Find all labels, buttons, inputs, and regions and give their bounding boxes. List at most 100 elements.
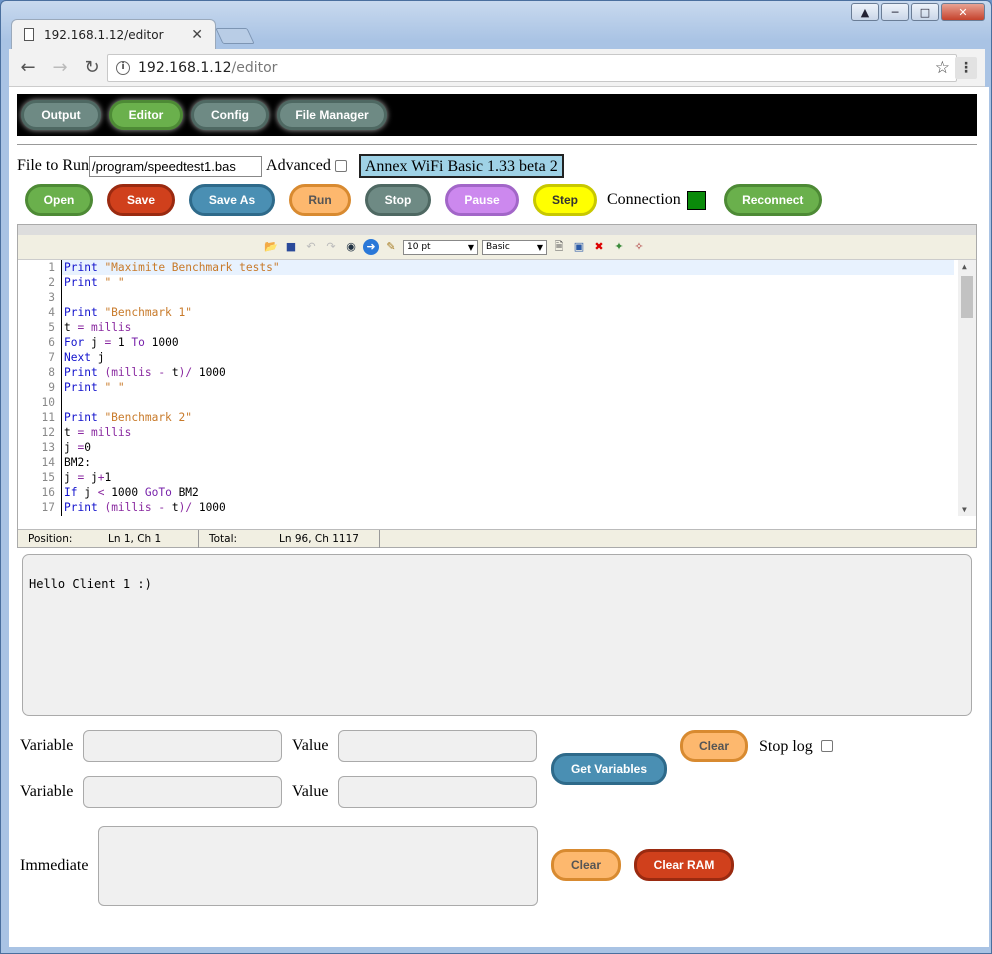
delete-icon[interactable]: ✖	[591, 239, 607, 255]
stop-log-label: Stop log	[759, 738, 813, 755]
code-line[interactable]	[62, 290, 954, 305]
editor-toolbar: 📂 ■ ↶ ↷ ◉ ➜ ✎ 10 pt Basic 🗎 ▣ ✖ ✦ ✧	[18, 235, 976, 260]
scroll-down-icon[interactable]: ▼	[962, 505, 967, 514]
open-button[interactable]: Open	[25, 184, 93, 216]
file-to-run-input[interactable]	[89, 155, 263, 177]
code-line[interactable]: If j < 1000 GoTo BM2	[62, 485, 954, 500]
divider	[17, 144, 977, 145]
stop-button[interactable]: Stop	[365, 184, 431, 216]
clear-immediate-button[interactable]: Clear	[551, 849, 621, 881]
code-line[interactable]: Print " "	[62, 380, 954, 395]
undo-icon[interactable]: ↶	[303, 239, 319, 255]
reconnect-button[interactable]: Reconnect	[723, 184, 822, 216]
info-icon[interactable]: i	[116, 61, 130, 75]
reload-icon[interactable]: ↻	[79, 57, 105, 78]
line-number: 5	[48, 321, 55, 334]
browser-window: ▲ ─ □ ✕ 192.168.1.12/editor ✕ ← → ↻ i 19…	[0, 0, 992, 954]
immediate-label: Immediate	[20, 857, 89, 874]
code-line[interactable]	[62, 395, 954, 410]
bookmark-star-icon[interactable]: ☆	[935, 58, 950, 78]
new-document-icon[interactable]: 🗎	[551, 239, 567, 255]
code-line[interactable]: BM2:	[62, 455, 954, 470]
redo-icon[interactable]: ↷	[323, 239, 339, 255]
user-icon[interactable]: ▲	[851, 3, 879, 21]
line-number: 4	[48, 306, 55, 319]
font-size-select[interactable]: 10 pt	[403, 239, 478, 255]
line-number: 10	[41, 396, 55, 409]
variable-label-2: Variable	[20, 783, 74, 800]
address-bar[interactable]: i 192.168.1.12/editor ☆	[107, 54, 957, 82]
line-number: 1	[48, 261, 55, 274]
total-value: Ln 96, Ch 1117	[279, 532, 359, 545]
code-line[interactable]: j = j+1	[62, 470, 954, 485]
tab-config[interactable]: Config	[191, 100, 269, 130]
code-line[interactable]: j =0	[62, 440, 954, 455]
close-window-icon[interactable]: ✕	[941, 3, 985, 21]
scroll-thumb[interactable]	[961, 276, 973, 318]
line-number: 3	[48, 291, 55, 304]
remove-breakpoint-icon[interactable]: ✧	[631, 239, 647, 255]
forward-icon[interactable]: →	[47, 57, 73, 78]
code-line[interactable]: Print "Maximite Benchmark tests"	[62, 260, 954, 275]
scroll-up-icon[interactable]: ▲	[962, 262, 967, 271]
tab-editor[interactable]: Editor	[109, 100, 183, 130]
clear-ram-button[interactable]: Clear RAM	[634, 849, 734, 881]
save-as-button[interactable]: Save As	[189, 184, 275, 216]
browser-tab[interactable]: 192.168.1.12/editor ✕	[11, 19, 216, 49]
minimize-icon[interactable]: ─	[881, 3, 909, 21]
code-line[interactable]: Print "Benchmark 1"	[62, 305, 954, 320]
output-console[interactable]: Hello Client 1 :)	[22, 554, 972, 716]
advanced-checkbox[interactable]	[334, 160, 347, 172]
save-disk-icon[interactable]: ■	[283, 239, 299, 255]
line-number: 2	[48, 276, 55, 289]
new-tab-button[interactable]	[215, 28, 255, 44]
search-binoculars-icon[interactable]: ◉	[343, 239, 359, 255]
window-controls: ▲ ─ □ ✕	[851, 3, 985, 21]
back-icon[interactable]: ←	[15, 57, 41, 78]
version-badge: Annex WiFi Basic 1.33 beta 2	[358, 154, 564, 178]
step-button[interactable]: Step	[533, 184, 597, 216]
clear-vars-button[interactable]: Clear	[680, 730, 748, 762]
open-folder-icon[interactable]: 📂	[263, 239, 279, 255]
code-line[interactable]: Print (millis - t)/ 1000	[62, 365, 954, 380]
line-number: 12	[41, 426, 55, 439]
code-line[interactable]: t = millis	[62, 425, 954, 440]
fullscreen-icon[interactable]: ▣	[571, 239, 587, 255]
variable-input-1[interactable]	[83, 730, 282, 762]
code-line[interactable]: Print " "	[62, 515, 954, 516]
value-input-2[interactable]	[338, 776, 537, 808]
variable-input-2[interactable]	[83, 776, 282, 808]
save-button[interactable]: Save	[107, 184, 175, 216]
stop-log-checkbox[interactable]	[821, 740, 833, 752]
code-line[interactable]: For j = 1 To 1000	[62, 335, 954, 350]
close-tab-icon[interactable]: ✕	[191, 27, 203, 43]
syntax-select[interactable]: Basic	[482, 239, 547, 255]
run-button[interactable]: Run	[289, 184, 351, 216]
variable-label-1: Variable	[20, 737, 74, 754]
code-lines[interactable]: Print "Maximite Benchmark tests" Print " …	[61, 260, 954, 516]
value-input-1[interactable]	[338, 730, 537, 762]
maximize-icon[interactable]: □	[911, 3, 939, 21]
pause-button[interactable]: Pause	[445, 184, 519, 216]
line-number: 8	[48, 366, 55, 379]
immediate-input[interactable]	[98, 826, 538, 906]
goto-line-icon[interactable]: ➜	[363, 239, 379, 255]
editor-status-bar: Position: Ln 1, Ch 1 Total: Ln 96, Ch 11…	[18, 529, 976, 548]
code-line[interactable]: Next j	[62, 350, 954, 365]
clean-brush-icon[interactable]: ✎	[383, 239, 399, 255]
menu-kebab-icon[interactable]: ⋮	[955, 57, 977, 79]
file-row: File to Run Advanced Annex WiFi Basic 1.…	[17, 154, 564, 178]
address-host: 192.168.1.12	[138, 60, 232, 76]
get-variables-button[interactable]: Get Variables	[551, 753, 667, 785]
code-area[interactable]: 123456789101112131415161718 Print "Maxim…	[18, 260, 976, 516]
top-nav: Output Editor Config File Manager	[17, 94, 977, 136]
tab-file-manager[interactable]: File Manager	[277, 100, 387, 130]
code-line[interactable]: Print " "	[62, 275, 954, 290]
tab-output[interactable]: Output	[21, 100, 101, 130]
code-line[interactable]: t = millis	[62, 320, 954, 335]
add-breakpoint-icon[interactable]: ✦	[611, 239, 627, 255]
code-line[interactable]: Print "Benchmark 2"	[62, 410, 954, 425]
vertical-scrollbar[interactable]: ▲ ▼	[958, 260, 976, 516]
value-label-1: Value	[292, 737, 329, 754]
code-line[interactable]: Print (millis - t)/ 1000	[62, 500, 954, 515]
